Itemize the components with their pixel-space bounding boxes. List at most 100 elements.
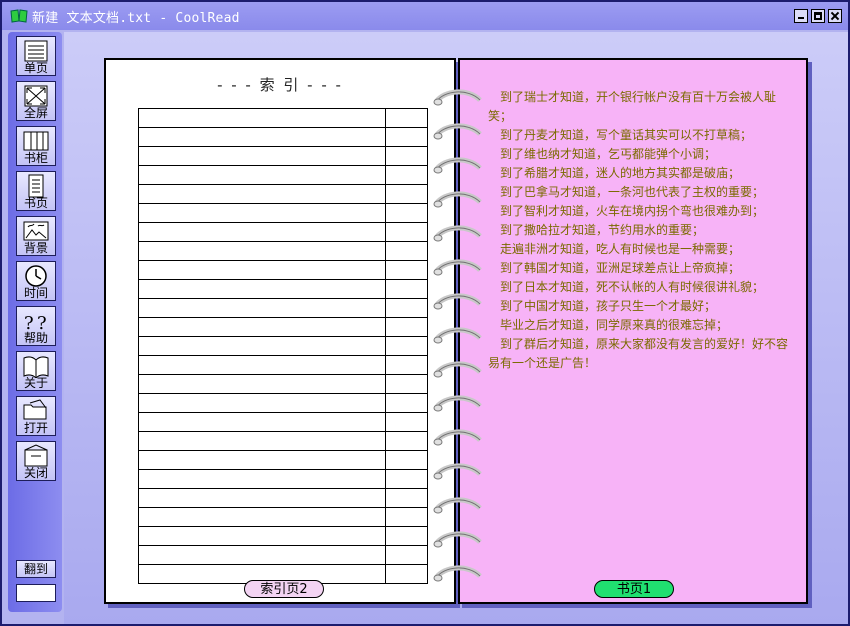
index-page-cell[interactable] bbox=[385, 355, 428, 375]
index-page-cell[interactable] bbox=[385, 222, 428, 242]
index-page-cell[interactable] bbox=[385, 298, 428, 318]
text-page: 到了瑞士才知道，开个银行帐户没有百十万会被人耻笑； 到了丹麦才知道，写个童话其实… bbox=[458, 58, 808, 604]
index-row[interactable] bbox=[138, 165, 428, 185]
index-entry-cell[interactable] bbox=[138, 165, 386, 185]
index-entry-cell[interactable] bbox=[138, 469, 386, 489]
index-page-cell[interactable] bbox=[385, 241, 428, 261]
index-page-cell[interactable] bbox=[385, 203, 428, 223]
index-page-cell[interactable] bbox=[385, 108, 428, 128]
index-entry-cell[interactable] bbox=[138, 184, 386, 204]
index-entry-cell[interactable] bbox=[138, 317, 386, 337]
maximize-button[interactable] bbox=[811, 9, 825, 23]
index-row[interactable] bbox=[138, 184, 428, 204]
index-entry-cell[interactable] bbox=[138, 450, 386, 470]
index-row[interactable] bbox=[138, 545, 428, 565]
index-page-cell[interactable] bbox=[385, 488, 428, 508]
title-bar[interactable]: 新建 文本文档.txt - CoolRead bbox=[2, 2, 848, 30]
index-entry-cell[interactable] bbox=[138, 355, 386, 375]
index-entry-cell[interactable] bbox=[138, 241, 386, 261]
index-row[interactable] bbox=[138, 279, 428, 299]
index-row[interactable] bbox=[138, 507, 428, 527]
index-entry-cell[interactable] bbox=[138, 507, 386, 527]
fullscreen-button[interactable]: 全屏 bbox=[16, 81, 56, 121]
index-row[interactable] bbox=[138, 355, 428, 375]
index-page-cell[interactable] bbox=[385, 431, 428, 451]
index-page-cell[interactable] bbox=[385, 393, 428, 413]
single-page-button[interactable]: 单页 bbox=[16, 36, 56, 76]
index-page-cell[interactable] bbox=[385, 564, 428, 584]
help-button[interactable]: ?? 帮助 bbox=[16, 306, 56, 346]
about-button[interactable]: 关于 bbox=[16, 351, 56, 391]
index-page-cell[interactable] bbox=[385, 165, 428, 185]
index-row[interactable] bbox=[138, 317, 428, 337]
index-row[interactable] bbox=[138, 260, 428, 280]
goto-page-input[interactable] bbox=[16, 584, 56, 602]
index-row[interactable] bbox=[138, 450, 428, 470]
index-page-cell[interactable] bbox=[385, 545, 428, 565]
index-row[interactable] bbox=[138, 393, 428, 413]
spiral-ring bbox=[433, 123, 482, 140]
index-row[interactable] bbox=[138, 108, 428, 128]
open-button[interactable]: 打开 bbox=[16, 396, 56, 436]
spiral-ring bbox=[433, 327, 482, 344]
app-window: 新建 文本文档.txt - CoolRead 单页 全屏 书柜 书页 背景 时间… bbox=[0, 0, 850, 626]
index-page-cell[interactable] bbox=[385, 317, 428, 337]
index-entry-cell[interactable] bbox=[138, 412, 386, 432]
index-page-cell[interactable] bbox=[385, 279, 428, 299]
index-page-cell[interactable] bbox=[385, 507, 428, 527]
bookshelf-button[interactable]: 书柜 bbox=[16, 126, 56, 166]
clock-icon bbox=[25, 265, 47, 287]
index-entry-cell[interactable] bbox=[138, 298, 386, 318]
index-page-cell[interactable] bbox=[385, 469, 428, 489]
close-window-button[interactable] bbox=[828, 9, 842, 23]
index-row[interactable] bbox=[138, 412, 428, 432]
index-page-cell[interactable] bbox=[385, 260, 428, 280]
index-row[interactable] bbox=[138, 374, 428, 394]
index-entry-cell[interactable] bbox=[138, 393, 386, 413]
index-entry-cell[interactable] bbox=[138, 127, 386, 147]
minimize-button[interactable] bbox=[794, 9, 808, 23]
close-button[interactable]: 关闭 bbox=[16, 441, 56, 481]
index-page-cell[interactable] bbox=[385, 374, 428, 394]
index-entry-cell[interactable] bbox=[138, 488, 386, 508]
index-page-cell[interactable] bbox=[385, 127, 428, 147]
index-entry-cell[interactable] bbox=[138, 260, 386, 280]
index-row[interactable] bbox=[138, 488, 428, 508]
index-entry-cell[interactable] bbox=[138, 279, 386, 299]
index-entry-cell[interactable] bbox=[138, 222, 386, 242]
text-line: 到了中国才知道，孩子只生一个才最好； bbox=[488, 299, 717, 313]
index-entry-cell[interactable] bbox=[138, 526, 386, 546]
index-page-button[interactable]: 索引页2 bbox=[244, 580, 324, 598]
index-page-cell[interactable] bbox=[385, 146, 428, 166]
index-entry-cell[interactable] bbox=[138, 203, 386, 223]
index-row[interactable] bbox=[138, 336, 428, 356]
spiral-binding bbox=[433, 89, 482, 582]
index-page-cell[interactable] bbox=[385, 526, 428, 546]
index-row[interactable] bbox=[138, 298, 428, 318]
index-page-cell[interactable] bbox=[385, 184, 428, 204]
index-row[interactable] bbox=[138, 222, 428, 242]
index-row[interactable] bbox=[138, 127, 428, 147]
goto-button[interactable]: 翻到 bbox=[16, 560, 56, 578]
book-page-number-button[interactable]: 书页1 bbox=[594, 580, 674, 598]
index-row[interactable] bbox=[138, 431, 428, 451]
book-page-button[interactable]: 书页 bbox=[16, 171, 56, 211]
index-row[interactable] bbox=[138, 469, 428, 489]
index-page-cell[interactable] bbox=[385, 336, 428, 356]
bookshelf-icon bbox=[23, 131, 49, 151]
index-entry-cell[interactable] bbox=[138, 336, 386, 356]
index-row[interactable] bbox=[138, 526, 428, 546]
index-page-cell[interactable] bbox=[385, 412, 428, 432]
index-row[interactable] bbox=[138, 241, 428, 261]
time-button[interactable]: 时间 bbox=[16, 261, 56, 301]
index-entry-cell[interactable] bbox=[138, 146, 386, 166]
index-entry-cell[interactable] bbox=[138, 545, 386, 565]
index-entry-cell[interactable] bbox=[138, 431, 386, 451]
index-row[interactable] bbox=[138, 146, 428, 166]
index-entry-cell[interactable] bbox=[138, 374, 386, 394]
background-button[interactable]: 背景 bbox=[16, 216, 56, 256]
index-entry-cell[interactable] bbox=[138, 108, 386, 128]
index-page-cell[interactable] bbox=[385, 450, 428, 470]
index-row[interactable] bbox=[138, 203, 428, 223]
text-content: 到了瑞士才知道，开个银行帐户没有百十万会被人耻笑； 到了丹麦才知道，写个童话其实… bbox=[488, 88, 788, 373]
